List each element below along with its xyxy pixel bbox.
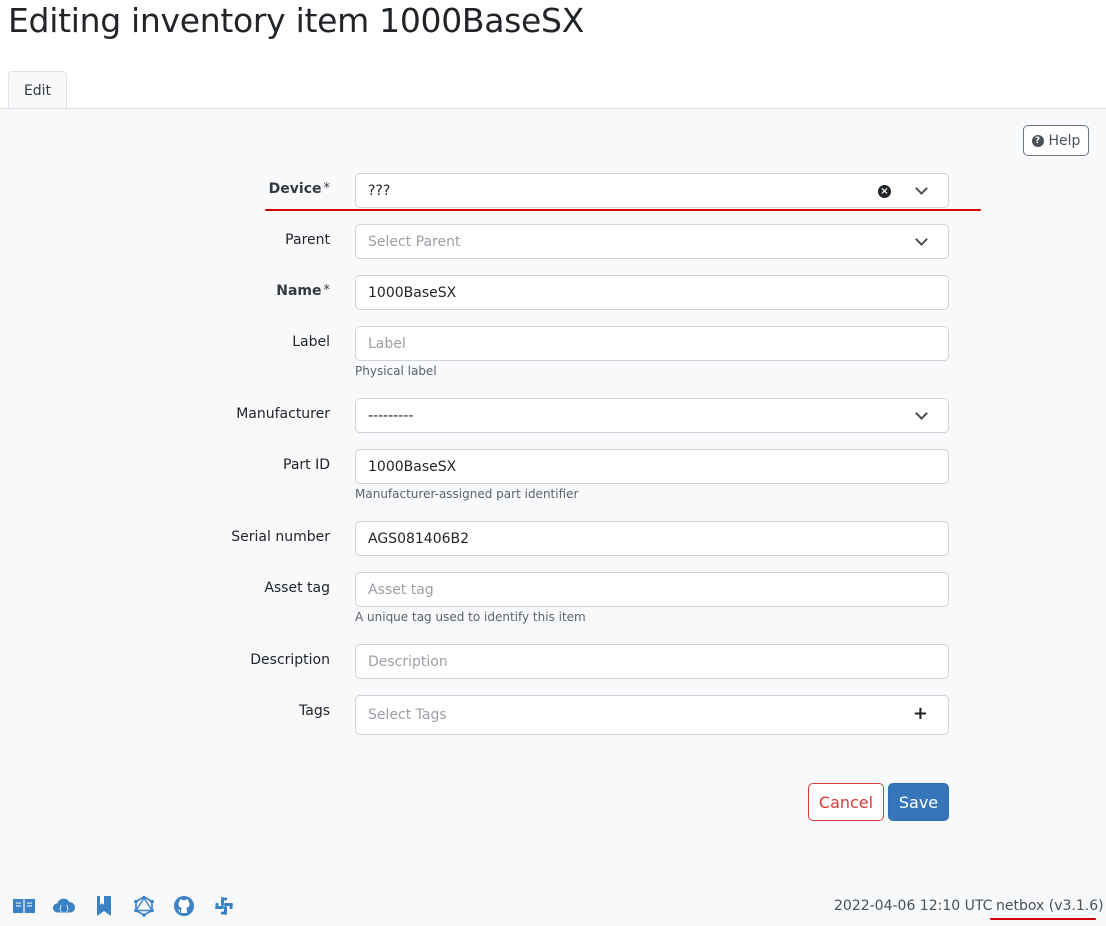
svg-text:{ }: { } [58,904,70,913]
page-title: Editing inventory item 1000BaseSX [8,1,585,40]
manufacturer-label: Manufacturer [236,406,330,422]
help-button-label: Help [1048,132,1081,149]
graphql-icon[interactable] [132,895,156,917]
footer-version[interactable]: netbox (v3.1.6) [996,898,1104,914]
name-input[interactable]: 1000BaseSX [355,275,949,310]
device-label: Device * [268,181,331,197]
github-icon[interactable] [172,895,196,917]
device-select[interactable]: ??? × [355,173,949,208]
serial-value: AGS081406B2 [368,530,470,547]
cancel-button[interactable]: Cancel [808,783,884,821]
tab-edit[interactable]: Edit [8,71,67,109]
description-label: Description [250,652,330,668]
parent-placeholder: Select Parent [368,233,461,250]
part-id-input[interactable]: 1000BaseSX [355,449,949,484]
slack-icon[interactable] [212,895,236,917]
parent-label: Parent [285,232,330,248]
label-field-label: Label [292,334,330,350]
serial-label: Serial number [231,529,330,545]
footer-timestamp: 2022-04-06 12:10 UTC [834,898,993,914]
asset-tag-input[interactable]: Asset tag [355,572,949,607]
annotation-underline [265,209,981,211]
annotation-underline [990,918,1096,920]
label-input[interactable]: Label [355,326,949,361]
name-value: 1000BaseSX [368,284,457,301]
part-id-value: 1000BaseSX [368,458,457,475]
tags-label: Tags [299,703,330,719]
label-hint: Physical label [355,364,437,378]
plus-icon[interactable]: + [913,703,928,724]
asset-tag-label: Asset tag [264,580,330,596]
manufacturer-value: --------- [368,407,414,424]
chevron-down-icon[interactable] [915,233,928,246]
docs-book-icon[interactable] [12,895,36,917]
asset-tag-placeholder: Asset tag [368,581,434,598]
tags-placeholder: Select Tags [368,707,447,723]
footer-links: { } [12,895,236,917]
chevron-down-icon[interactable] [915,407,928,420]
label-placeholder: Label [368,335,406,352]
name-label: Name * [276,283,331,299]
clear-icon[interactable]: × [878,185,891,198]
tags-select[interactable]: Select Tags + [355,695,949,735]
manufacturer-select[interactable]: --------- [355,398,949,433]
bookmark-icon[interactable] [92,895,116,917]
device-value: ??? [368,182,391,199]
part-id-label: Part ID [283,457,330,473]
required-star: * [323,283,331,298]
parent-select[interactable]: Select Parent [355,224,949,259]
help-button[interactable]: ? Help [1023,125,1089,156]
part-id-hint: Manufacturer-assigned part identifier [355,487,579,501]
asset-tag-hint: A unique tag used to identify this item [355,610,586,624]
required-star: * [323,181,331,196]
save-button[interactable]: Save [888,783,949,821]
serial-input[interactable]: AGS081406B2 [355,521,949,556]
chevron-down-icon[interactable] [915,182,928,195]
question-circle-icon: ? [1031,134,1044,147]
description-placeholder: Description [368,653,448,670]
description-input[interactable]: Description [355,644,949,679]
api-cloud-icon[interactable]: { } [52,895,76,917]
